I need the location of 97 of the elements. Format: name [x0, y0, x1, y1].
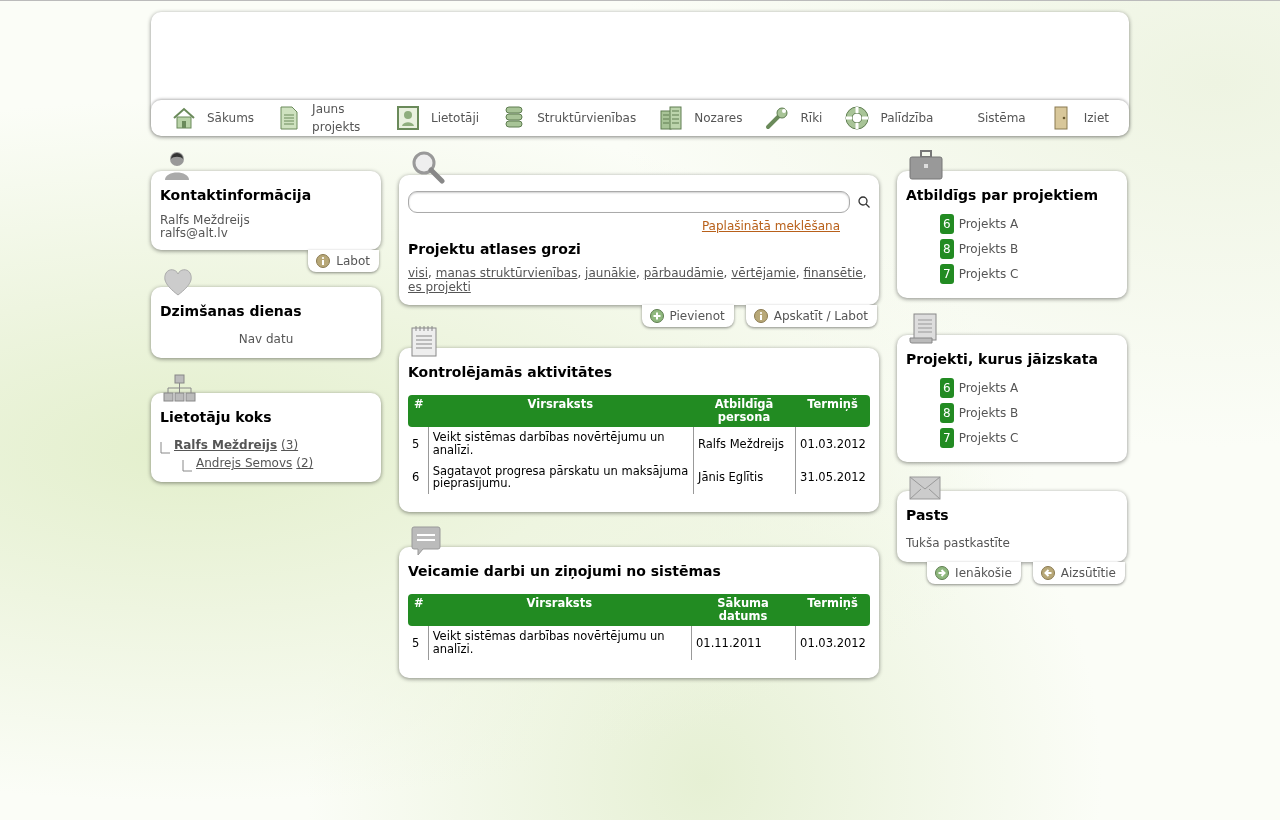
- section-title: Projektu atlases grozi: [408, 240, 582, 259]
- magnifier-icon: [411, 150, 445, 184]
- table-cell: Veikt sistēmas darbības novērtējumu un analīzi.: [427, 626, 691, 660]
- envelope-icon: [909, 476, 941, 500]
- project-link[interactable]: Projekts C: [958, 265, 1019, 283]
- table-cell: 01.03.2012: [795, 427, 870, 461]
- mail-text: Tukša pastkastīte: [906, 535, 1011, 552]
- table-cell: 31.05.2012: [795, 460, 870, 494]
- basket-link[interactable]: jaunākie: [585, 266, 636, 280]
- column-header: Virsraksts: [427, 593, 691, 627]
- empty-message: Nav datu: [237, 331, 295, 349]
- table-cell: 01.03.2012: [795, 626, 870, 660]
- panel-title: Projekti, kurus jāizskata: [906, 350, 1099, 369]
- basket-link[interactable]: vērtējamie: [731, 266, 796, 280]
- heart-icon: [163, 268, 193, 297]
- table-cell: Sagatavot progresa pārskatu un maksājuma pieprasījumu.: [427, 460, 693, 494]
- nav-link[interactable]: Lietotāji: [394, 105, 480, 131]
- nav-link[interactable]: Iziet: [1047, 105, 1109, 131]
- count-badge: 7: [940, 428, 954, 448]
- nav-link[interactable]: Struktūrvienības: [501, 105, 637, 131]
- column-header: Termiņš: [795, 593, 870, 627]
- tab-button[interactable]: Aizsūtītie: [1032, 562, 1125, 584]
- info-icon: [316, 254, 331, 269]
- table-cell: Veikt sistēmas darbības novērtējumu un analīzi.: [427, 427, 693, 461]
- table-cell: 01.11.2011: [691, 626, 795, 660]
- basket-link[interactable]: pārbaudāmie: [643, 266, 724, 280]
- separator-text: ,: [795, 266, 800, 280]
- project-link[interactable]: Projekts B: [958, 240, 1019, 258]
- panel-title: Pasts: [906, 506, 950, 525]
- arrow-left-icon: [1040, 566, 1055, 580]
- table-cell: Ralfs Meždreijs: [693, 427, 795, 461]
- separator-text: ,: [428, 266, 432, 280]
- table-cell: Jānis Eglītis: [693, 460, 795, 494]
- count-link[interactable]: (2): [296, 454, 314, 473]
- contact-text: Ralfs Meždreijs: [160, 214, 251, 228]
- separator-text: ,: [577, 266, 582, 280]
- nav-link[interactable]: Sākums: [171, 105, 255, 131]
- wrench-icon: [764, 105, 791, 131]
- separator-text: ,: [636, 266, 640, 280]
- basket-link[interactable]: es projekti: [408, 280, 471, 295]
- table-cell-text: 6: [411, 468, 421, 486]
- nav-link[interactable]: Palīdzība: [844, 105, 934, 131]
- nav-link[interactable]: Jauns projekts: [276, 100, 373, 136]
- count-badge: 7: [940, 264, 954, 284]
- separator-text: ,: [723, 266, 728, 280]
- user-link[interactable]: Ralfs Meždreijs: [174, 436, 278, 455]
- count-badge: 8: [940, 403, 954, 423]
- scroll-icon: [909, 312, 939, 344]
- info-icon: [753, 308, 768, 323]
- tree-branch-icon: [160, 442, 170, 455]
- nav-link[interactable]: Nozares: [658, 105, 743, 131]
- briefcase-icon: [909, 150, 943, 180]
- notepad-icon: [411, 324, 437, 357]
- panel-title: Kontrolējamās aktivitātes: [408, 362, 614, 382]
- project-link[interactable]: Projekts A: [958, 215, 1019, 233]
- basket-link[interactable]: finansētie: [803, 266, 863, 280]
- advanced-search-link[interactable]: Paplašinātā meklēšana: [701, 219, 840, 233]
- count-badge: 6: [940, 378, 954, 398]
- nav-link[interactable]: Rīki: [764, 105, 823, 131]
- user-link[interactable]: Andrejs Semovs: [196, 454, 293, 473]
- panel-title: Dzimšanas dienas: [160, 302, 303, 322]
- column-header: #: [408, 593, 428, 627]
- tab-button[interactable]: Ienākošie: [927, 562, 1021, 584]
- column-header: Atbildīgā persona: [693, 394, 795, 428]
- arrow-right-icon: [935, 566, 950, 580]
- house-icon: [171, 105, 197, 131]
- count-badge: 6: [940, 214, 954, 234]
- search-icon: [858, 196, 870, 208]
- panel-title: Kontaktinformācija: [160, 186, 313, 205]
- lifebuoy-icon: [844, 105, 871, 131]
- table-cell-text: 5: [411, 435, 421, 453]
- search-field[interactable]: [408, 191, 850, 213]
- table-cell-text: 5: [411, 634, 421, 652]
- project-link[interactable]: Projekts B: [958, 404, 1019, 422]
- basket-link[interactable]: visi: [408, 266, 429, 280]
- column-header: Sākuma datums: [691, 593, 795, 627]
- project-link[interactable]: Projekts A: [958, 379, 1019, 397]
- column-header: #: [408, 394, 428, 428]
- panel-title: Atbildīgs par projektiem: [906, 186, 1100, 205]
- tree-branch-icon: [182, 460, 192, 473]
- tab-button[interactable]: Labot: [308, 250, 379, 273]
- count-link[interactable]: (3): [281, 436, 299, 455]
- panel-title: Veicamie darbi un ziņojumi no sistēmas: [408, 561, 722, 581]
- portrait-icon: [394, 105, 421, 131]
- buildings-icon: [658, 105, 685, 131]
- column-header: Termiņš: [795, 394, 870, 428]
- tab-button[interactable]: Apskatīt / Labot: [745, 304, 877, 327]
- tab-button[interactable]: Pievienot: [641, 304, 734, 327]
- panel-title: Lietotāju koks: [160, 408, 273, 428]
- hierarchy-icon: [163, 374, 197, 403]
- project-link[interactable]: Projekts C: [958, 429, 1019, 447]
- nav-link[interactable]: Sistēma: [977, 109, 1026, 127]
- separator-text: ,: [862, 266, 867, 280]
- column-header: Virsraksts: [427, 394, 693, 428]
- plus-icon: [649, 308, 664, 323]
- contact-text: ralfs@alt.lv: [160, 227, 228, 241]
- count-badge: 8: [940, 239, 954, 259]
